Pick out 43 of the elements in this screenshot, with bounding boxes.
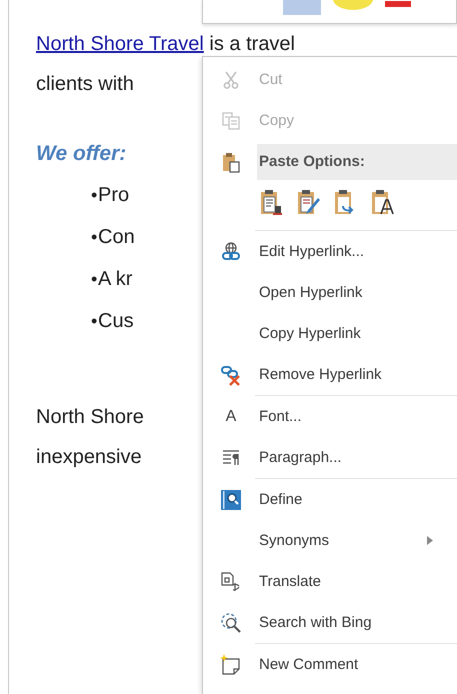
paste-merge-formatting-icon[interactable] xyxy=(296,188,320,216)
globe-link-icon xyxy=(220,240,242,262)
font-icon: A xyxy=(226,408,236,426)
hyperlink[interactable]: North Shore Travel xyxy=(36,33,204,55)
paste-text-only-icon[interactable] xyxy=(370,188,394,216)
clipboard-icon xyxy=(221,150,241,172)
paste-keep-formatting-icon[interactable] xyxy=(259,188,283,216)
list-item-text: Con xyxy=(98,225,135,250)
body-text: inexpensive xyxy=(36,446,142,468)
bullet-mark: • xyxy=(90,310,98,333)
menu-item[interactable]: Copy Hyperlink xyxy=(203,313,457,354)
broken-link-icon xyxy=(220,364,242,386)
menu-item[interactable]: New Comment xyxy=(203,644,457,685)
menu-item[interactable]: A Font... xyxy=(203,396,457,437)
scissors-icon xyxy=(221,70,241,90)
heading-text: We offer: xyxy=(36,142,126,165)
font-color-icon[interactable] xyxy=(385,0,411,8)
menu-item[interactable]: Search with Bing xyxy=(203,602,457,643)
menu-item[interactable]: Remove Hyperlink xyxy=(203,354,457,395)
menu-item[interactable]: Paragraph... xyxy=(203,437,457,478)
body-text: North Shore xyxy=(36,406,144,428)
menu-section-header: Paste Options: xyxy=(257,144,457,180)
list-item-text: Cus xyxy=(98,309,134,334)
menu-item[interactable]: Open Hyperlink xyxy=(203,272,457,313)
menu-item[interactable]: Define xyxy=(203,479,457,520)
menu-item[interactable]: Synonyms xyxy=(203,520,457,561)
menu-item[interactable]: Translate xyxy=(203,561,457,602)
book-search-icon xyxy=(220,488,242,510)
paragraph-icon xyxy=(221,448,241,468)
bullet-mark: • xyxy=(90,226,98,249)
highlight-swatch-icon[interactable] xyxy=(283,0,321,15)
bullet-mark: • xyxy=(90,184,98,207)
new-comment-icon xyxy=(220,654,242,676)
translate-icon xyxy=(220,570,242,592)
body-text: is a travel xyxy=(208,33,296,55)
copy-icon xyxy=(221,110,241,130)
list-item-text: A kr xyxy=(98,267,132,292)
globe-search-icon xyxy=(220,612,242,634)
menu-item[interactable]: Edit Hyperlink... xyxy=(203,231,457,272)
body-text: clients with xyxy=(36,73,134,95)
bullet-mark: • xyxy=(90,268,98,291)
list-item-text: Pro xyxy=(98,183,130,208)
submenu-arrow-icon xyxy=(427,536,433,545)
